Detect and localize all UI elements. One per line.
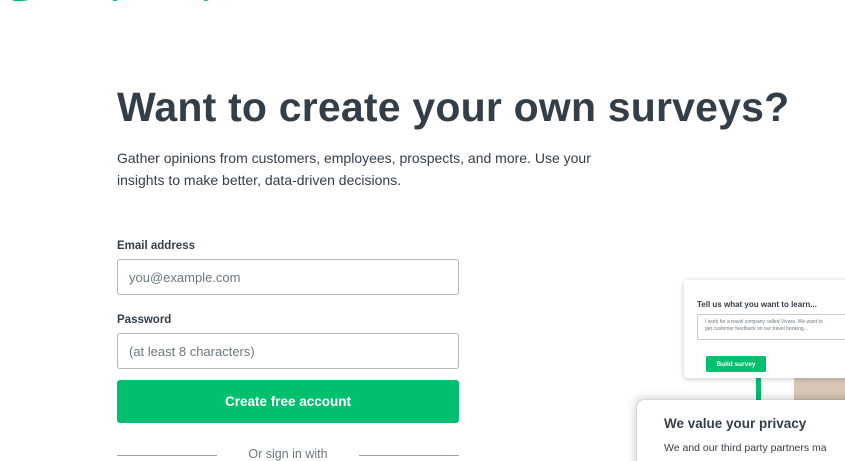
password-label: Password [117,314,172,326]
divider-text: Or sign in with [248,447,328,461]
privacy-banner: We value your privacy We and our third p… [637,400,845,461]
illustration-card-title: Tell us what you want to learn... [697,300,817,309]
privacy-text: We and our third party partners ma [664,442,827,454]
page-subtitle: Gather opinions from customers, employee… [117,147,617,191]
illustration-card: Tell us what you want to learn... I work… [684,280,845,378]
illustration-card-text: I work for a travel company called Vivar… [705,319,823,332]
email-field[interactable] [117,259,459,295]
surveymonkey-logo-icon[interactable] [0,0,220,6]
subtitle-line-1: Gather opinions from customers, employee… [117,150,591,166]
privacy-title: We value your privacy [664,416,807,431]
create-account-button[interactable]: Create free account [117,380,459,423]
page-title: Want to create your own surveys? [117,84,790,130]
divider-line-right [359,455,459,456]
illustration-card-textbox: I work for a travel company called Vivar… [697,314,845,340]
password-field[interactable] [117,333,459,369]
subtitle-line-2: insights to make better, data-driven dec… [117,172,402,188]
email-label: Email address [117,240,195,252]
illustration-build-survey-button: Build survey [706,356,766,372]
sign-in-divider: Or sign in with [117,446,459,461]
